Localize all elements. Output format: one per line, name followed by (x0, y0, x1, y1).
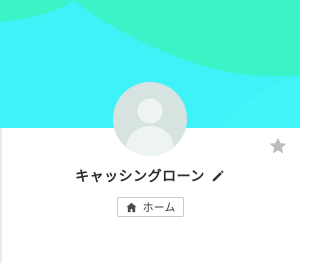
star-icon (269, 137, 287, 154)
left-divider (0, 128, 2, 263)
edit-name-button[interactable] (211, 169, 225, 183)
pencil-icon (212, 170, 224, 182)
profile-name-row: キャッシングローン (0, 164, 300, 188)
home-button-label: ホーム (142, 201, 176, 214)
profile-card: キャッシングローン ホーム (0, 0, 300, 263)
house-icon (126, 202, 137, 213)
profile-name: キャッシングローン (75, 169, 205, 185)
favorite-star-button[interactable] (268, 136, 288, 156)
avatar[interactable] (113, 82, 187, 156)
home-button[interactable]: ホーム (117, 197, 184, 217)
user-silhouette-icon (113, 82, 187, 156)
